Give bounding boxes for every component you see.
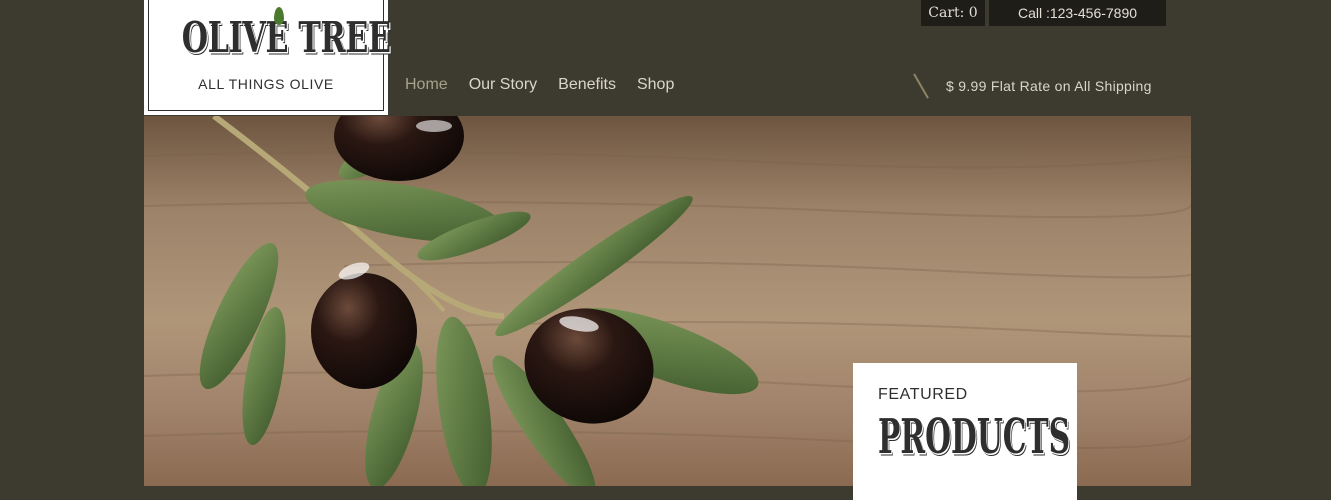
shipping-notice: $ 9.99 Flat Rate on All Shipping	[946, 78, 1152, 94]
page: OLIVE TREE ALL THINGS OLIVE Home Our Sto…	[0, 0, 1331, 500]
site-logo[interactable]: OLIVE TREE ALL THINGS OLIVE	[144, 0, 391, 115]
nav-item-shop[interactable]: Shop	[637, 76, 674, 94]
phone-number[interactable]: Call :123-456-7890	[989, 0, 1166, 26]
nav-item-home[interactable]: Home	[405, 76, 448, 94]
featured-products-card[interactable]: FEATURED PRODUCTS	[853, 363, 1077, 500]
cart-button[interactable]: Cart: 0	[921, 0, 985, 26]
leaf-icon	[274, 7, 284, 25]
main-nav: Home Our Story Benefits Shop	[405, 76, 695, 94]
products-heading: PRODUCTS	[878, 409, 1071, 465]
logo-frame: OLIVE TREE ALL THINGS OLIVE	[148, 0, 391, 111]
featured-label: FEATURED	[878, 386, 968, 403]
slash-divider-icon	[913, 73, 929, 99]
nav-item-benefits[interactable]: Benefits	[558, 76, 616, 94]
logo-tagline: ALL THINGS OLIVE	[198, 76, 334, 92]
nav-item-our-story[interactable]: Our Story	[469, 76, 537, 94]
logo-title: OLIVE TREE	[181, 13, 391, 62]
